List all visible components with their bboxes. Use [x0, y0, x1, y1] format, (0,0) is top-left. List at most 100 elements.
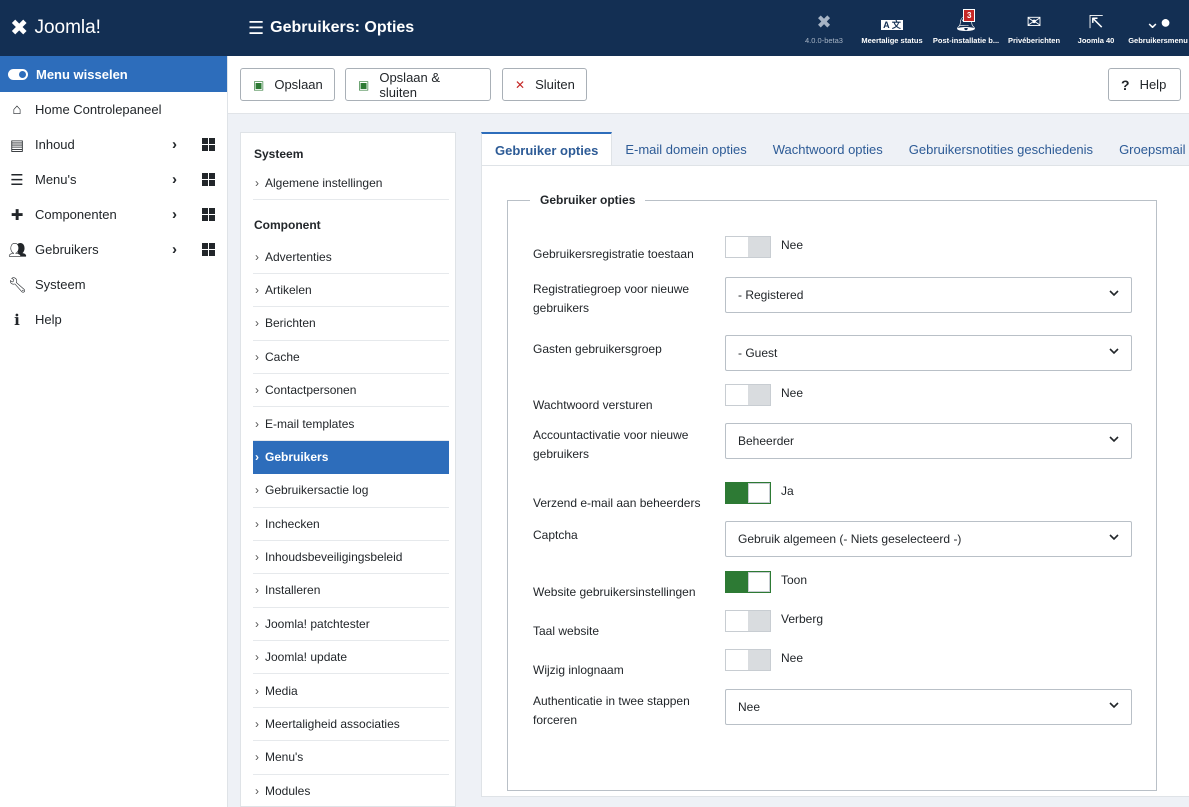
toggle-switch[interactable]	[725, 482, 771, 504]
optnav-item-label: E-mail templates	[265, 416, 355, 431]
sidebar-item-components[interactable]: ✚ Componenten ›	[0, 197, 227, 232]
optnav-item[interactable]: › Contactpersonen	[253, 374, 449, 408]
save-close-label: Opslaan & sluiten	[379, 69, 441, 100]
field-label: Website gebruikersinstellingen	[533, 585, 696, 599]
optnav-item[interactable]: › Gebruikers	[253, 440, 449, 475]
save-button[interactable]: ▣ Opslaan	[240, 68, 335, 101]
optnav-item[interactable]: › Joomla! update	[253, 641, 449, 675]
select-dropdown[interactable]: Nee	[725, 689, 1132, 725]
header-post-install-label: Post-installatie b...	[932, 36, 1000, 45]
optnav-item[interactable]: › Menu's	[253, 741, 449, 775]
header-site-link[interactable]: ⇱ Joomla 40	[1065, 0, 1127, 56]
toggle-switch[interactable]	[725, 571, 771, 593]
question-icon: ?	[1121, 76, 1130, 93]
optnav-item[interactable]: › Artikelen	[253, 274, 449, 308]
wrench-icon: 🔧︎	[8, 276, 28, 294]
header-post-install[interactable]: 🔔︎ 3 Post-installatie b...	[929, 0, 1003, 56]
tab-content: Gebruiker opties Gebruikersregistratie t…	[481, 165, 1189, 797]
header-multilingual-status[interactable]: A 文 Meertalige status	[855, 0, 929, 56]
optnav-item[interactable]: › Gebruikersactie log	[253, 474, 449, 508]
external-link-icon: ⇱	[1088, 12, 1104, 32]
select-dropdown[interactable]: - Registered	[725, 277, 1132, 313]
chevron-right-icon: ›	[255, 282, 259, 297]
optnav-item[interactable]: › Inhoudsbeveiligingsbeleid	[253, 541, 449, 575]
optnav-item[interactable]: › Joomla! patchtester	[253, 608, 449, 642]
chevron-down-icon	[1109, 702, 1119, 709]
switch-track	[726, 611, 748, 631]
component-list: › Advertenties › Artikelen › Berichten › Cache ›…	[241, 240, 455, 806]
switch-state-label: Ja	[781, 484, 794, 498]
dashboard-icon[interactable]	[202, 243, 215, 256]
optnav-item-label: Gebruikersactie log	[265, 483, 369, 498]
sidebar-item-system[interactable]: 🔧︎ Systeem	[0, 267, 227, 302]
optnav-item[interactable]: › Installeren	[253, 574, 449, 608]
sliders-icon: ☰	[248, 17, 265, 38]
sidebar-item-content[interactable]: ▤ Inhoud ›	[0, 127, 227, 162]
header-messages-label: Privéberichten	[1007, 36, 1061, 45]
close-button[interactable]: ✕ Sluiten	[502, 68, 587, 101]
tab-user-notes-history[interactable]: Gebruikersnotities geschiedenis	[896, 132, 1106, 166]
toggle-switch[interactable]	[725, 610, 771, 632]
joomla-logo[interactable]: ✖ Joomla!	[0, 0, 228, 56]
select-dropdown[interactable]: Gebruik algemeen (- Niets geselecteerd -…	[725, 521, 1132, 557]
toggle-switch[interactable]	[725, 649, 771, 671]
chevron-right-icon: ›	[255, 650, 259, 665]
home-icon: ⌂	[12, 101, 22, 118]
joomla-logo-icon: ✖	[10, 15, 29, 40]
optnav-item[interactable]: › Inchecken	[253, 508, 449, 541]
tab-password-options[interactable]: Wachtwoord opties	[760, 132, 896, 166]
header-private-messages[interactable]: ✉ Privéberichten	[1003, 0, 1065, 56]
chevron-right-icon: ›	[255, 550, 259, 565]
optnav-item[interactable]: › Media	[253, 674, 449, 708]
user-circle-icon: ⌄●	[1145, 12, 1171, 32]
sidebar-item-help[interactable]: ℹ Help	[0, 302, 227, 337]
optnav-item[interactable]: › Modules	[253, 775, 449, 806]
switch-state-label: Nee	[781, 651, 804, 665]
field-label: Verzend e-mail aan beheerders	[533, 496, 701, 510]
chevron-right-icon[interactable]: ›	[172, 206, 177, 223]
optnav-item[interactable]: › Cache	[253, 341, 449, 374]
joomla-icon: ✖	[816, 12, 832, 32]
tab-group-mail[interactable]: Groepsmail geb	[1106, 132, 1189, 166]
puzzle-icon: ✚	[10, 206, 24, 224]
header: ✖ Joomla! ☰ Gebruikers: Opties ✖ 4.0.0-b…	[0, 0, 1189, 56]
header-user-menu[interactable]: ⌄● Gebruikersmenu	[1127, 0, 1189, 56]
sidebar: Menu wisselen ⌂ Home Controlepaneel ▤ In…	[0, 56, 228, 807]
select-dropdown[interactable]: - Guest	[725, 335, 1132, 371]
dashboard-icon[interactable]	[202, 208, 215, 221]
optnav-item[interactable]: › Berichten	[253, 307, 449, 341]
save-icon: ▣	[358, 77, 370, 92]
optnav-item-global-config[interactable]: › Algemene instellingen	[253, 167, 449, 201]
options-component-nav: Systeem › Algemene instellingen Componen…	[240, 132, 456, 807]
sidebar-item-home[interactable]: ⌂ Home Controlepaneel	[0, 92, 227, 127]
chevron-right-icon[interactable]: ›	[172, 241, 177, 258]
chevron-right-icon: ›	[255, 176, 259, 191]
save-close-button[interactable]: ▣ Opslaan & sluiten	[345, 68, 491, 101]
tab-email-domain-options[interactable]: E-mail domein opties	[612, 132, 759, 166]
chevron-right-icon: ›	[255, 616, 259, 631]
sidebar-item-menus[interactable]: ☰ Menu's ›	[0, 162, 227, 197]
close-icon: ✕	[515, 77, 526, 92]
toggle-menu-button[interactable]: Menu wisselen	[0, 56, 227, 92]
optnav-item[interactable]: › Meertaligheid associaties	[253, 708, 449, 742]
chevron-right-icon: ›	[255, 516, 259, 531]
optnav-item-label: Joomla! update	[265, 650, 348, 665]
select-dropdown[interactable]: Beheerder	[725, 423, 1132, 459]
optnav-item[interactable]: › Advertenties	[253, 240, 449, 274]
help-button[interactable]: ? Help	[1108, 68, 1181, 101]
select-value: Beheerder	[738, 434, 795, 448]
dashboard-icon[interactable]	[202, 138, 215, 151]
field-label: Taal website	[533, 624, 600, 638]
save-label: Opslaan	[274, 77, 323, 92]
chevron-right-icon[interactable]: ›	[172, 136, 177, 153]
chevron-right-icon[interactable]: ›	[172, 171, 177, 188]
header-version[interactable]: ✖ 4.0.0-beta3	[793, 0, 855, 56]
sidebar-item-users[interactable]: 👥︎ Gebruikers ›	[0, 232, 227, 267]
toggle-switch[interactable]	[725, 384, 771, 406]
info-icon: ℹ	[14, 311, 20, 329]
optnav-item[interactable]: › E-mail templates	[253, 407, 449, 441]
tab-user-options[interactable]: Gebruiker opties	[481, 132, 613, 166]
toggle-switch[interactable]	[725, 236, 771, 258]
options-tabs: Gebruiker opties E-mail domein opties Wa…	[481, 132, 1189, 166]
dashboard-icon[interactable]	[202, 173, 215, 186]
